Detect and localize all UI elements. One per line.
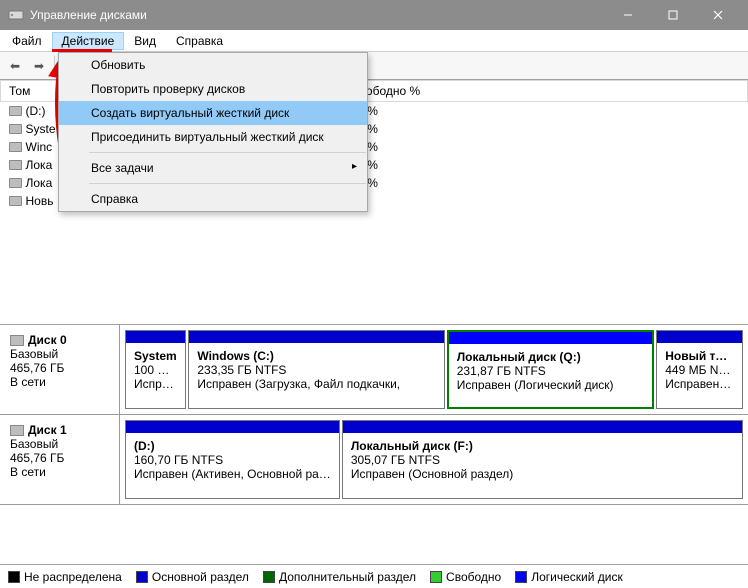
partition[interactable]: Локальный диск (F:)305,07 ГБ NTFSИсправе… [342,420,743,499]
action-menu-dropdown[interactable]: ОбновитьПовторить проверку дисковСоздать… [58,52,368,212]
menu-item-3[interactable]: Справка [166,32,233,50]
disk-icon [10,425,24,436]
menubar: ФайлДействиеВидСправка [0,30,748,52]
legend-swatch [136,571,148,583]
menu-item-0[interactable]: Файл [2,32,52,50]
column-header[interactable]: Свободно % [343,81,748,102]
legend: Не распределена Основной раздел Дополнител… [0,564,748,588]
dropdown-item-1[interactable]: Повторить проверку дисков [59,77,367,101]
volume-icon [9,106,22,116]
partition-stripe [657,331,742,343]
legend-item: Не распределена [8,570,122,584]
menu-item-1[interactable]: Действие [52,32,125,50]
partition[interactable]: (D:)160,70 ГБ NTFSИсправен (Активен, Осн… [125,420,340,499]
partition-stripe [189,331,443,343]
menu-item-2[interactable]: Вид [124,32,166,50]
disk-row: Диск 0Базовый465,76 ГБВ сетиSystem100 МБ… [0,325,748,415]
legend-item: Дополнительный раздел [263,570,416,584]
dropdown-separator [89,183,366,184]
disk-info[interactable]: Диск 0Базовый465,76 ГБВ сети [0,325,120,414]
disk-info[interactable]: Диск 1Базовый465,76 ГБВ сети [0,415,120,504]
legend-swatch [515,571,527,583]
app-icon [8,7,24,23]
volume-icon [9,124,22,134]
nav-back-button[interactable]: ⬅ [4,55,26,77]
disks-pane[interactable]: Диск 0Базовый465,76 ГБВ сетиSystem100 МБ… [0,325,748,564]
partition-stripe [449,332,653,344]
partition[interactable]: Новый том (Z:)449 МБ NTFSИсправен (Осно [656,330,743,409]
nav-forward-button[interactable]: ➡ [28,55,50,77]
legend-swatch [263,571,275,583]
legend-swatch [8,571,20,583]
partition[interactable]: Windows (C:)233,35 ГБ NTFSИсправен (Загр… [188,330,444,409]
maximize-button[interactable] [650,0,695,30]
partition-stripe [126,421,339,433]
dropdown-item-5[interactable]: Все задачи [59,156,367,180]
disk-icon [10,335,24,346]
legend-item: Свободно [430,570,501,584]
toolbar-separator [54,56,55,76]
legend-item: Логический диск [515,570,623,584]
minimize-button[interactable] [605,0,650,30]
dropdown-item-3[interactable]: Присоединить виртуальный жесткий диск [59,125,367,149]
partition[interactable]: Локальный диск (Q:)231,87 ГБ NTFSИсправе… [447,330,655,409]
partition-stripe [126,331,185,343]
close-button[interactable] [695,0,740,30]
volume-icon [9,178,22,188]
partition-stripe [343,421,742,433]
titlebar[interactable]: Управление дисками [0,0,748,30]
dropdown-item-7[interactable]: Справка [59,187,367,211]
legend-swatch [430,571,442,583]
dropdown-item-0[interactable]: Обновить [59,53,367,77]
volume-icon [9,196,22,206]
dropdown-separator [89,152,366,153]
legend-item: Основной раздел [136,570,249,584]
volume-icon [9,160,22,170]
partition[interactable]: System100 МБ NTFИсправен ( [125,330,186,409]
window-title: Управление дисками [30,8,605,22]
volume-icon [9,142,22,152]
disk-row: Диск 1Базовый465,76 ГБВ сети(D:)160,70 Г… [0,415,748,505]
dropdown-item-2[interactable]: Создать виртуальный жесткий диск [59,101,367,125]
